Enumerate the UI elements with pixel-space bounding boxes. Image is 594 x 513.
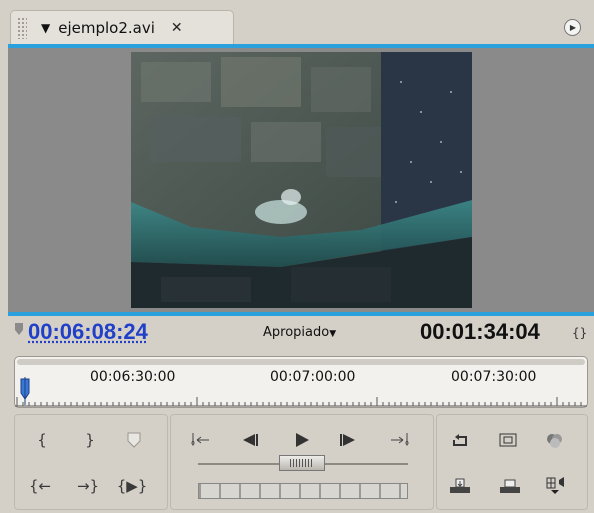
step-back-icon[interactable] [235,427,265,453]
zoom-level-label: Apropiado [263,325,330,340]
timecode-bar: 00:06:08:24 Apropiado▼ 00:01:34:04 {} [8,316,594,352]
overlay-icon[interactable] [495,473,525,499]
output-controls [436,414,588,510]
ruler-label: 00:07:30:00 [451,369,537,385]
chevron-down-icon: ▼ [329,329,337,339]
play-in-to-out-icon[interactable]: {▶} [117,473,148,499]
zoom-level-select[interactable]: Apropiado▼ [263,325,336,340]
playhead-icon[interactable] [19,377,31,405]
close-icon[interactable]: ✕ [171,20,183,36]
time-ruler[interactable]: 00:06:30:00 00:07:00:00 00:07:30:00 [14,356,588,408]
loop-icon[interactable] [445,427,475,453]
go-to-out-icon[interactable]: →} [73,473,103,499]
insert-icon[interactable] [445,473,475,499]
ruler-label: 00:07:00:00 [270,369,356,385]
step-forward-icon[interactable] [333,427,363,453]
ruler-ticks [15,397,587,407]
panel-tab-bar: ▼ ejemplo2.avi ✕ ▶ [0,0,594,45]
zoom-scroll-bar[interactable] [17,359,585,365]
duration-timecode: 00:01:34:04 [420,319,540,344]
export-frame-icon[interactable] [541,473,571,499]
go-to-previous-marker-icon[interactable] [185,427,215,453]
video-frame [131,52,472,308]
ruler-label: 00:06:30:00 [90,369,176,385]
safe-margins-icon[interactable] [493,427,523,453]
marker-icon[interactable] [14,322,24,336]
jog-wheel[interactable] [198,483,408,499]
shuttle-slider-handle[interactable] [279,455,325,471]
panel-menu-icon[interactable]: ▶ [564,19,581,36]
video-image [131,52,472,308]
triangle-down-icon[interactable]: ▼ [41,21,50,35]
output-icon[interactable] [541,427,571,453]
marking-controls: { } {← →} {▶} [14,414,168,510]
go-to-in-icon[interactable]: {← [25,473,55,499]
mark-in-icon[interactable]: { [27,427,57,453]
go-to-next-marker-icon[interactable] [385,427,415,453]
monitor-area [8,48,594,312]
source-monitor-tab[interactable]: ▼ ejemplo2.avi ✕ [10,10,234,45]
set-marker-icon[interactable] [119,427,149,453]
mark-out-icon[interactable]: } [75,427,105,453]
in-out-duration-icon: {} [572,326,588,340]
tab-grip-icon[interactable] [17,17,27,39]
tab-title[interactable]: ejemplo2.avi [58,19,155,37]
play-icon[interactable] [287,427,317,453]
current-timecode[interactable]: 00:06:08:24 [28,319,148,345]
